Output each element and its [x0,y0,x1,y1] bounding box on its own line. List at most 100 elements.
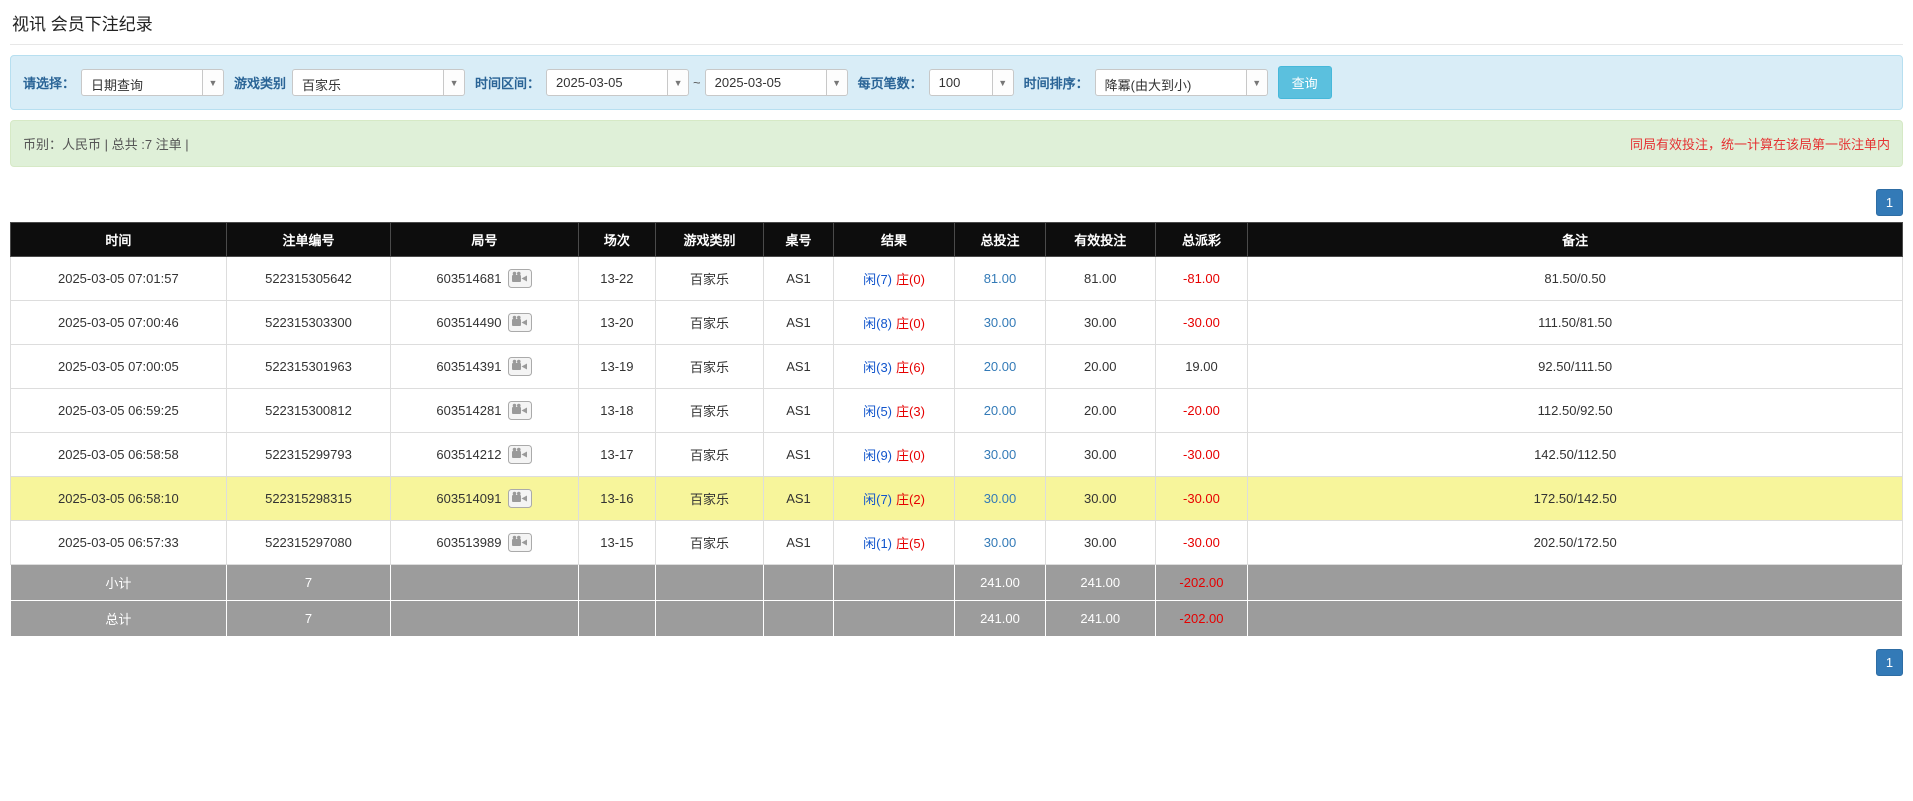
cell-bet-id: 522315303300 [226,301,391,345]
page: 视讯 会员下注纪录 请选择： 日期查询 ▼ 游戏类别 百家乐 ▼ 时间区间： 2… [0,0,1913,700]
cell-bet-id: 522315297080 [226,521,391,565]
subtotal-label: 小计 [11,565,227,601]
pagination-page-1[interactable]: 1 [1876,189,1903,216]
subtotal-total-bet: 241.00 [955,565,1046,601]
cell-time: 2025-03-05 06:59:25 [11,389,227,433]
table-row[interactable]: 2025-03-05 06:57:33 522315297080 6035139… [11,521,1903,565]
cell-round-id: 603514681 [391,257,578,301]
total-count: 7 [226,601,391,637]
cell-result: 闲(9)庄(0) [833,433,954,477]
cell-game-type: 百家乐 [656,433,764,477]
chevron-down-icon[interactable]: ▼ [992,70,1013,95]
cell-game-type: 百家乐 [656,477,764,521]
cell-note: 112.50/92.50 [1248,389,1903,433]
table-row[interactable]: 2025-03-05 07:01:57 522315305642 6035146… [11,257,1903,301]
video-replay-icon[interactable] [508,313,532,332]
total-bet-link[interactable]: 30.00 [984,447,1017,462]
table-row[interactable]: 2025-03-05 06:59:25 522315300812 6035142… [11,389,1903,433]
table-row[interactable]: 2025-03-05 06:58:58 522315299793 6035142… [11,433,1903,477]
video-replay-icon[interactable] [508,269,532,288]
result-player: 闲(7) [863,272,892,287]
cell-bet-id: 522315305642 [226,257,391,301]
empty-cell [656,601,764,637]
empty-cell [833,565,954,601]
cell-session: 13-20 [578,301,656,345]
game-type-select[interactable]: 百家乐 ▼ [292,69,465,96]
result-banker: 庄(6) [896,360,925,375]
chevron-down-icon[interactable]: ▼ [202,70,223,95]
cell-payout: -81.00 [1155,257,1248,301]
result-banker: 庄(2) [896,492,925,507]
video-replay-icon[interactable] [508,357,532,376]
cell-table-no: AS1 [763,301,833,345]
total-bet-link[interactable]: 81.00 [984,271,1017,286]
total-bet-link[interactable]: 30.00 [984,315,1017,330]
video-replay-icon[interactable] [508,533,532,552]
total-bet-link[interactable]: 30.00 [984,535,1017,550]
empty-cell [578,565,656,601]
cell-valid-bet: 30.00 [1045,433,1155,477]
table-row[interactable]: 2025-03-05 06:58:10 522315298315 6035140… [11,477,1903,521]
table-row[interactable]: 2025-03-05 07:00:46 522315303300 6035144… [11,301,1903,345]
subtotal-valid-bet: 241.00 [1045,565,1155,601]
sort-select[interactable]: 降冪(由大到小) ▼ [1095,69,1268,96]
cell-payout: 19.00 [1155,345,1248,389]
chevron-down-icon[interactable]: ▼ [667,70,688,95]
round-id-text: 603513989 [436,535,501,550]
page-size-label: 每页笔数： [858,73,923,92]
cell-total-bet: 81.00 [955,257,1046,301]
total-bet-link[interactable]: 30.00 [984,491,1017,506]
search-button[interactable]: 查询 [1278,66,1332,99]
total-bet-link[interactable]: 20.00 [984,403,1017,418]
date-from-input[interactable]: 2025-03-05 ▼ [546,69,689,96]
empty-cell [763,601,833,637]
chevron-down-icon[interactable]: ▼ [1246,70,1267,95]
cell-valid-bet: 20.00 [1045,389,1155,433]
cell-total-bet: 30.00 [955,301,1046,345]
sort-value: 降冪(由大到小) [1096,70,1246,95]
cell-game-type: 百家乐 [656,521,764,565]
video-replay-icon[interactable] [508,401,532,420]
cell-game-type: 百家乐 [656,389,764,433]
cell-payout: -30.00 [1155,521,1248,565]
total-valid-bet: 241.00 [1045,601,1155,637]
column-header-note: 备注 [1248,223,1903,257]
cell-table-no: AS1 [763,433,833,477]
query-type-select[interactable]: 日期查询 ▼ [81,69,224,96]
cell-table-no: AS1 [763,345,833,389]
result-banker: 庄(0) [896,316,925,331]
cell-note: 81.50/0.50 [1248,257,1903,301]
video-replay-icon[interactable] [508,445,532,464]
cell-total-bet: 30.00 [955,521,1046,565]
cell-game-type: 百家乐 [656,301,764,345]
pagination-page-1[interactable]: 1 [1876,649,1903,676]
result-banker: 庄(0) [896,272,925,287]
query-type-label: 请选择： [23,73,75,92]
cell-note: 202.50/172.50 [1248,521,1903,565]
page-size-input[interactable]: 100 ▼ [929,69,1014,96]
total-bet-link[interactable]: 20.00 [984,359,1017,374]
chevron-down-icon[interactable]: ▼ [826,70,847,95]
video-replay-icon[interactable] [508,489,532,508]
cell-round-id: 603514281 [391,389,578,433]
time-range-label: 时间区间： [475,73,540,92]
pagination-top: 1 [10,189,1903,216]
cell-round-id: 603514212 [391,433,578,477]
column-header-round-id: 局号 [391,223,578,257]
game-type-label: 游戏类别 [234,73,286,92]
column-header-bet-id: 注单编号 [226,223,391,257]
table-row[interactable]: 2025-03-05 07:00:05 522315301963 6035143… [11,345,1903,389]
result-player: 闲(5) [863,404,892,419]
cell-bet-id: 522315300812 [226,389,391,433]
column-header-total-bet: 总投注 [955,223,1046,257]
total-row: 总计 7 241.00 241.00 -202.00 [11,601,1903,637]
column-header-session: 场次 [578,223,656,257]
cell-round-id: 603514391 [391,345,578,389]
summary-bar: 币别：人民币 | 总共 :7 注单 | 同局有效投注，统一计算在该局第一张注单内 [10,120,1903,167]
date-to-input[interactable]: 2025-03-05 ▼ [705,69,848,96]
result-player: 闲(3) [863,360,892,375]
empty-cell [833,601,954,637]
column-header-payout: 总派彩 [1155,223,1248,257]
cell-session: 13-22 [578,257,656,301]
chevron-down-icon[interactable]: ▼ [443,70,464,95]
